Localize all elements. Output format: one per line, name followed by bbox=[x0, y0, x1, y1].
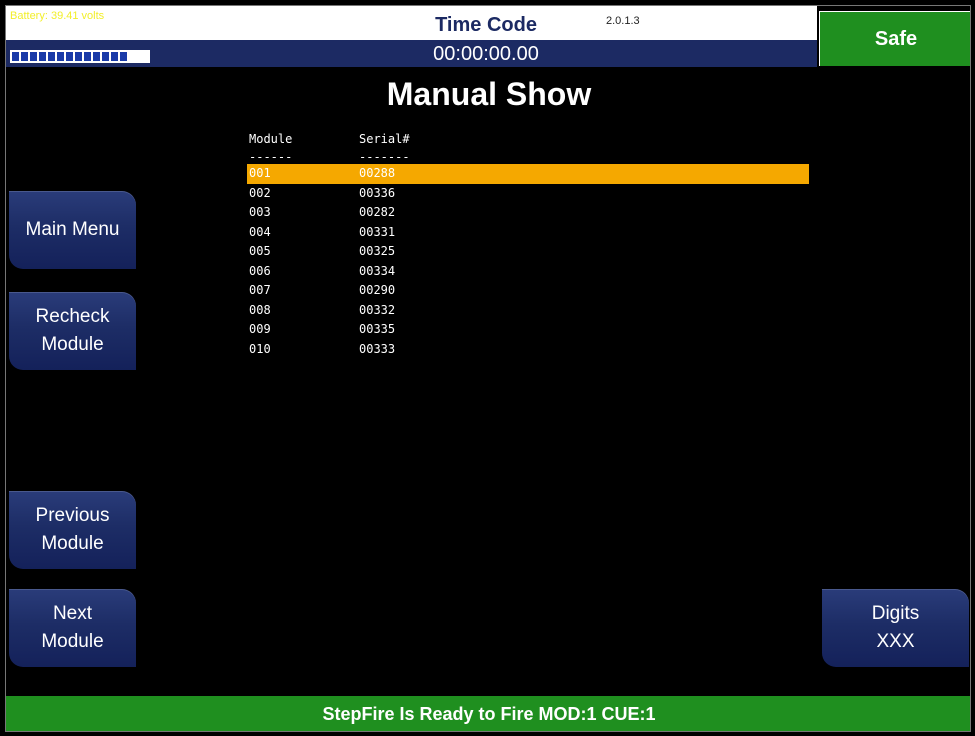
table-row[interactable]: 006 00334 bbox=[247, 262, 809, 282]
table-row[interactable]: 008 00332 bbox=[247, 301, 809, 321]
serial-number: 00331 bbox=[359, 224, 396, 239]
divider-serial: ------- bbox=[359, 150, 410, 164]
serial-number: 00334 bbox=[359, 263, 396, 278]
module-number: 006 bbox=[249, 263, 271, 278]
serial-number: 00336 bbox=[359, 185, 396, 200]
serial-number: 00333 bbox=[359, 341, 396, 356]
recheck-label-line1: Recheck bbox=[35, 305, 110, 327]
divider-module: ------ bbox=[249, 150, 293, 164]
module-number: 001 bbox=[249, 166, 271, 180]
main-menu-button[interactable]: Main Menu bbox=[9, 191, 136, 269]
table-header-divider: ------ ------- bbox=[247, 150, 809, 164]
recheck-label-line2: Module bbox=[41, 334, 104, 355]
serial-number: 00335 bbox=[359, 322, 396, 336]
module-number: 008 bbox=[249, 302, 271, 317]
serial-number: 00325 bbox=[359, 244, 396, 258]
table-row[interactable]: 010 00333 bbox=[247, 340, 809, 360]
module-number: 003 bbox=[249, 205, 271, 219]
module-number: 007 bbox=[249, 283, 271, 297]
column-header-module: Module bbox=[249, 132, 293, 146]
timecode-value: 00:00:00.00 bbox=[433, 43, 539, 65]
battery-gauge-fill bbox=[12, 52, 128, 61]
serial-number: 00290 bbox=[359, 283, 396, 297]
main-menu-label: Main Menu bbox=[25, 218, 120, 240]
module-number: 002 bbox=[249, 185, 271, 200]
recheck-module-button[interactable]: Recheck Module bbox=[9, 292, 136, 370]
battery-gauge bbox=[10, 50, 150, 63]
module-number: 009 bbox=[249, 322, 271, 336]
battery-label: Battery: 39.41 volts bbox=[10, 10, 105, 22]
page-title: Manual Show bbox=[386, 76, 592, 112]
module-number: 005 bbox=[249, 244, 271, 258]
module-number: 004 bbox=[249, 224, 271, 239]
serial-number: 00282 bbox=[359, 205, 396, 219]
table-row[interactable]: 007 00290 bbox=[247, 281, 809, 301]
table-header-row: Module Serial# bbox=[247, 129, 809, 150]
table-row[interactable]: 001 00288 bbox=[247, 164, 809, 184]
app-window: Battery: 39.41 volts Time Code 2.0.1.3 0… bbox=[5, 5, 971, 732]
status-bar: StepFire Is Ready to Fire MOD:1 CUE:1 bbox=[6, 696, 970, 731]
safe-button[interactable]: Safe bbox=[819, 11, 970, 66]
table-row[interactable]: 009 00335 bbox=[247, 320, 809, 340]
digits-label-line2: XXX bbox=[876, 631, 915, 652]
table-row[interactable]: 003 00282 bbox=[247, 203, 809, 223]
serial-number: 00288 bbox=[359, 166, 396, 180]
serial-number: 00332 bbox=[359, 302, 396, 317]
digits-label-line1: Digits bbox=[871, 602, 920, 624]
next-module-button[interactable]: Next Module bbox=[9, 589, 136, 667]
version-label: 2.0.1.3 bbox=[606, 15, 640, 27]
table-row[interactable]: 002 00336 bbox=[247, 184, 809, 204]
previous-label-line1: Previous bbox=[35, 504, 110, 526]
module-number: 010 bbox=[249, 341, 271, 356]
previous-label-line2: Module bbox=[41, 533, 104, 554]
module-table: Module Serial# ------ ------- 001 00288 00… bbox=[247, 129, 809, 359]
digits-button[interactable]: Digits XXX bbox=[822, 589, 969, 667]
table-body: 001 00288 002 00336 003 00282 004 00331 005 00325… bbox=[247, 164, 809, 359]
table-row[interactable]: 004 00331 bbox=[247, 223, 809, 243]
column-header-serial: Serial# bbox=[359, 132, 410, 146]
table-row[interactable]: 005 00325 bbox=[247, 242, 809, 262]
next-label-line2: Module bbox=[41, 631, 104, 652]
timecode-title: Time Code bbox=[435, 14, 537, 36]
previous-module-button[interactable]: Previous Module bbox=[9, 491, 136, 569]
next-label-line1: Next bbox=[52, 602, 93, 624]
